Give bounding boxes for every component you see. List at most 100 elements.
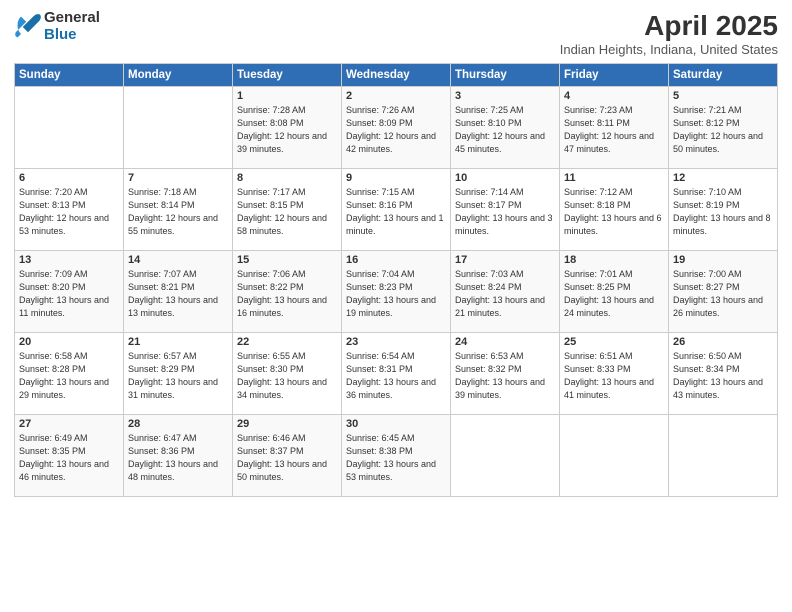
day-number: 7	[128, 172, 228, 184]
day-number: 12	[673, 172, 773, 184]
day-info: Sunrise: 6:55 AM Sunset: 8:30 PM Dayligh…	[237, 350, 337, 402]
day-cell: 14Sunrise: 7:07 AM Sunset: 8:21 PM Dayli…	[124, 251, 233, 333]
logo-text: General Blue	[44, 10, 100, 43]
day-number: 1	[237, 90, 337, 102]
day-info: Sunrise: 7:14 AM Sunset: 8:17 PM Dayligh…	[455, 186, 555, 238]
day-info: Sunrise: 7:18 AM Sunset: 8:14 PM Dayligh…	[128, 186, 228, 238]
day-cell: 27 Sunrise: 6:49 AM Sunset: 8:35 PM Dayli…	[15, 415, 124, 497]
day-cell: 10 Sunrise: 7:14 AM Sunset: 8:17 PM Dayli…	[451, 169, 560, 251]
day-cell: 21Sunrise: 6:57 AM Sunset: 8:29 PM Dayli…	[124, 333, 233, 415]
day-cell: 18Sunrise: 7:01 AM Sunset: 8:25 PM Dayli…	[560, 251, 669, 333]
calendar-subtitle: Indian Heights, Indiana, United States	[560, 42, 778, 57]
day-info: Sunrise: 6:58 AM Sunset: 8:28 PM Dayligh…	[19, 350, 119, 402]
day-cell: 9 Sunrise: 7:15 AM Sunset: 8:16 PM Daylig…	[342, 169, 451, 251]
day-number: 8	[237, 172, 337, 184]
day-cell	[124, 87, 233, 169]
day-cell: 5Sunrise: 7:21 AM Sunset: 8:12 PM Daylig…	[669, 87, 778, 169]
day-info: Sunrise: 7:01 AM Sunset: 8:25 PM Dayligh…	[564, 268, 664, 320]
day-cell: 12 Sunrise: 7:10 AM Sunset: 8:19 PM Dayli…	[669, 169, 778, 251]
day-number: 19	[673, 254, 773, 266]
day-cell: 11 Sunrise: 7:12 AM Sunset: 8:18 PM Dayli…	[560, 169, 669, 251]
day-info: Sunrise: 7:00 AM Sunset: 8:27 PM Dayligh…	[673, 268, 773, 320]
header: General Blue April 2025 Indian Heights, …	[14, 10, 778, 57]
day-cell: 24 Sunrise: 6:53 AM Sunset: 8:32 PM Dayli…	[451, 333, 560, 415]
day-info: Sunrise: 7:03 AM Sunset: 8:24 PM Dayligh…	[455, 268, 555, 320]
day-number: 16	[346, 254, 446, 266]
day-info: Sunrise: 7:09 AM Sunset: 8:20 PM Dayligh…	[19, 268, 119, 320]
day-number: 17	[455, 254, 555, 266]
day-number: 22	[237, 336, 337, 348]
day-number: 28	[128, 418, 228, 430]
day-cell: 26 Sunrise: 6:50 AM Sunset: 8:34 PM Dayli…	[669, 333, 778, 415]
day-number: 24	[455, 336, 555, 348]
day-cell: 20Sunrise: 6:58 AM Sunset: 8:28 PM Dayli…	[15, 333, 124, 415]
day-cell: 2 Sunrise: 7:26 AM Sunset: 8:09 PM Daylig…	[342, 87, 451, 169]
calendar-title: April 2025	[560, 10, 778, 42]
day-cell: 13 Sunrise: 7:09 AM Sunset: 8:20 PM Dayli…	[15, 251, 124, 333]
day-cell: 22 Sunrise: 6:55 AM Sunset: 8:30 PM Dayli…	[233, 333, 342, 415]
day-cell	[669, 415, 778, 497]
day-number: 13	[19, 254, 119, 266]
day-cell: 23 Sunrise: 6:54 AM Sunset: 8:31 PM Dayli…	[342, 333, 451, 415]
day-number: 2	[346, 90, 446, 102]
day-info: Sunrise: 7:04 AM Sunset: 8:23 PM Dayligh…	[346, 268, 446, 320]
day-info: Sunrise: 7:28 AM Sunset: 8:08 PM Dayligh…	[237, 104, 337, 156]
day-info: Sunrise: 6:49 AM Sunset: 8:35 PM Dayligh…	[19, 432, 119, 484]
day-info: Sunrise: 7:10 AM Sunset: 8:19 PM Dayligh…	[673, 186, 773, 238]
week-row-1: 6 Sunrise: 7:20 AM Sunset: 8:13 PM Daylig…	[15, 169, 778, 251]
day-number: 4	[564, 90, 664, 102]
day-info: Sunrise: 7:25 AM Sunset: 8:10 PM Dayligh…	[455, 104, 555, 156]
day-number: 9	[346, 172, 446, 184]
col-thursday: Thursday	[451, 64, 560, 87]
calendar-table: Sunday Monday Tuesday Wednesday Thursday…	[14, 63, 778, 497]
week-row-2: 13 Sunrise: 7:09 AM Sunset: 8:20 PM Dayli…	[15, 251, 778, 333]
day-cell: 7 Sunrise: 7:18 AM Sunset: 8:14 PM Daylig…	[124, 169, 233, 251]
day-info: Sunrise: 6:46 AM Sunset: 8:37 PM Dayligh…	[237, 432, 337, 484]
day-cell: 16 Sunrise: 7:04 AM Sunset: 8:23 PM Dayli…	[342, 251, 451, 333]
day-number: 15	[237, 254, 337, 266]
day-cell: 29 Sunrise: 6:46 AM Sunset: 8:37 PM Dayli…	[233, 415, 342, 497]
day-cell	[560, 415, 669, 497]
page: General Blue April 2025 Indian Heights, …	[0, 0, 792, 612]
logo-general-text: General	[44, 10, 100, 27]
day-cell	[451, 415, 560, 497]
day-cell: 1 Sunrise: 7:28 AM Sunset: 8:08 PM Daylig…	[233, 87, 342, 169]
day-info: Sunrise: 6:45 AM Sunset: 8:38 PM Dayligh…	[346, 432, 446, 484]
col-wednesday: Wednesday	[342, 64, 451, 87]
day-info: Sunrise: 7:06 AM Sunset: 8:22 PM Dayligh…	[237, 268, 337, 320]
day-info: Sunrise: 7:12 AM Sunset: 8:18 PM Dayligh…	[564, 186, 664, 238]
col-friday: Friday	[560, 64, 669, 87]
day-number: 21	[128, 336, 228, 348]
day-number: 29	[237, 418, 337, 430]
day-number: 10	[455, 172, 555, 184]
day-info: Sunrise: 6:53 AM Sunset: 8:32 PM Dayligh…	[455, 350, 555, 402]
day-number: 25	[564, 336, 664, 348]
week-row-3: 20Sunrise: 6:58 AM Sunset: 8:28 PM Dayli…	[15, 333, 778, 415]
day-info: Sunrise: 7:17 AM Sunset: 8:15 PM Dayligh…	[237, 186, 337, 238]
day-cell: 19 Sunrise: 7:00 AM Sunset: 8:27 PM Dayli…	[669, 251, 778, 333]
day-cell: 15 Sunrise: 7:06 AM Sunset: 8:22 PM Dayli…	[233, 251, 342, 333]
day-cell: 28 Sunrise: 6:47 AM Sunset: 8:36 PM Dayli…	[124, 415, 233, 497]
day-info: Sunrise: 7:20 AM Sunset: 8:13 PM Dayligh…	[19, 186, 119, 238]
day-info: Sunrise: 6:50 AM Sunset: 8:34 PM Dayligh…	[673, 350, 773, 402]
day-number: 14	[128, 254, 228, 266]
header-row: Sunday Monday Tuesday Wednesday Thursday…	[15, 64, 778, 87]
col-sunday: Sunday	[15, 64, 124, 87]
day-number: 26	[673, 336, 773, 348]
day-number: 6	[19, 172, 119, 184]
day-info: Sunrise: 6:47 AM Sunset: 8:36 PM Dayligh…	[128, 432, 228, 484]
day-number: 11	[564, 172, 664, 184]
day-info: Sunrise: 7:23 AM Sunset: 8:11 PM Dayligh…	[564, 104, 664, 156]
day-cell: 8 Sunrise: 7:17 AM Sunset: 8:15 PM Daylig…	[233, 169, 342, 251]
day-number: 27	[19, 418, 119, 430]
day-number: 23	[346, 336, 446, 348]
logo-icon	[14, 13, 42, 41]
day-info: Sunrise: 7:15 AM Sunset: 8:16 PM Dayligh…	[346, 186, 446, 238]
day-cell: 30Sunrise: 6:45 AM Sunset: 8:38 PM Dayli…	[342, 415, 451, 497]
day-cell: 4 Sunrise: 7:23 AM Sunset: 8:11 PM Daylig…	[560, 87, 669, 169]
day-cell: 6 Sunrise: 7:20 AM Sunset: 8:13 PM Daylig…	[15, 169, 124, 251]
day-info: Sunrise: 6:54 AM Sunset: 8:31 PM Dayligh…	[346, 350, 446, 402]
week-row-0: 1 Sunrise: 7:28 AM Sunset: 8:08 PM Daylig…	[15, 87, 778, 169]
day-info: Sunrise: 7:26 AM Sunset: 8:09 PM Dayligh…	[346, 104, 446, 156]
day-info: Sunrise: 7:21 AM Sunset: 8:12 PM Dayligh…	[673, 104, 773, 156]
